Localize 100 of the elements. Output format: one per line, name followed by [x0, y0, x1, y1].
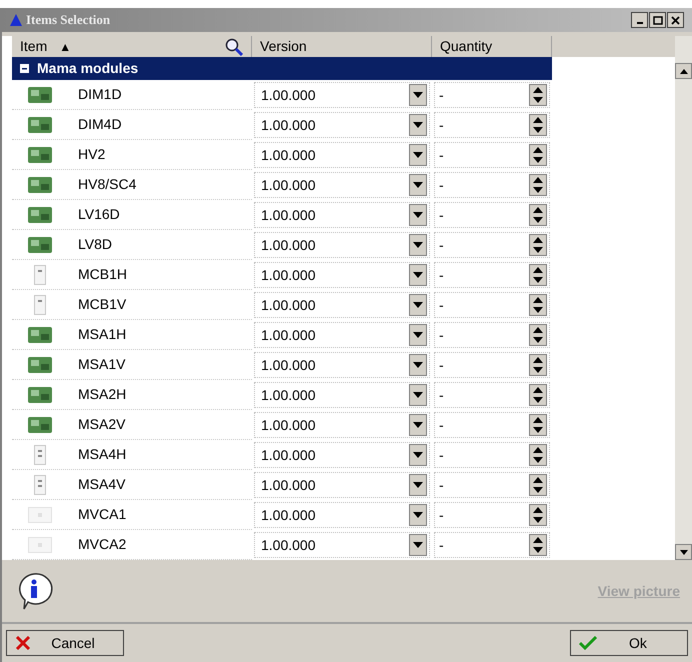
caret-icon[interactable]: [413, 182, 423, 188]
dropdown-button[interactable]: [409, 294, 427, 316]
down-arrow-icon[interactable]: [533, 517, 543, 523]
down-arrow-icon[interactable]: [533, 247, 543, 253]
collapse-icon[interactable]: [20, 64, 29, 74]
quantity-spinner[interactable]: -: [434, 172, 550, 198]
quantity-spinner[interactable]: -: [434, 142, 550, 168]
dropdown-button[interactable]: [409, 234, 427, 256]
cancel-button[interactable]: Cancel: [6, 630, 124, 656]
down-arrow-icon[interactable]: [533, 277, 543, 283]
up-arrow-icon[interactable]: [533, 147, 543, 153]
spinner-icon[interactable]: [529, 384, 547, 406]
up-arrow-icon[interactable]: [533, 177, 543, 183]
quantity-spinner[interactable]: -: [434, 202, 550, 228]
up-arrow-icon[interactable]: [533, 117, 543, 123]
up-arrow-icon[interactable]: [533, 507, 543, 513]
caret-icon[interactable]: [413, 362, 423, 368]
quantity-spinner[interactable]: -: [434, 82, 550, 108]
caret-icon[interactable]: [413, 272, 423, 278]
up-arrow-icon[interactable]: [533, 207, 543, 213]
quantity-spinner[interactable]: -: [434, 382, 550, 408]
caret-icon[interactable]: [413, 452, 423, 458]
quantity-spinner[interactable]: -: [434, 322, 550, 348]
caret-icon[interactable]: [413, 92, 423, 98]
spinner-icon[interactable]: [529, 414, 547, 436]
dropdown-button[interactable]: [409, 174, 427, 196]
quantity-spinner[interactable]: -: [434, 232, 550, 258]
spinner-icon[interactable]: [529, 234, 547, 256]
version-dropdown[interactable]: 1.00.000: [254, 502, 430, 528]
down-arrow-icon[interactable]: [533, 127, 543, 133]
spinner-icon[interactable]: [529, 474, 547, 496]
caret-icon[interactable]: [413, 392, 423, 398]
maximize-icon[interactable]: [652, 16, 662, 24]
spinner-icon[interactable]: [529, 204, 547, 226]
down-arrow-icon[interactable]: [533, 97, 543, 103]
down-arrow-icon[interactable]: [533, 457, 543, 463]
spinner-icon[interactable]: [529, 84, 547, 106]
down-arrow-icon[interactable]: [533, 307, 543, 313]
down-arrow-icon[interactable]: [533, 547, 543, 553]
quantity-spinner[interactable]: -: [434, 112, 550, 138]
down-arrow-icon[interactable]: [533, 217, 543, 223]
up-arrow-icon[interactable]: [533, 537, 543, 543]
caret-icon[interactable]: [413, 122, 423, 128]
down-arrow-icon[interactable]: [533, 367, 543, 373]
quantity-spinner[interactable]: -: [434, 502, 550, 528]
close-button[interactable]: [667, 12, 684, 28]
version-dropdown[interactable]: 1.00.000: [254, 532, 430, 558]
up-arrow-icon[interactable]: [533, 477, 543, 483]
caret-icon[interactable]: [413, 512, 423, 518]
dropdown-button[interactable]: [409, 504, 427, 526]
up-arrow-icon[interactable]: [533, 327, 543, 333]
spinner-icon[interactable]: [529, 354, 547, 376]
down-arrow-icon[interactable]: [533, 157, 543, 163]
version-dropdown[interactable]: 1.00.000: [254, 292, 430, 318]
version-dropdown[interactable]: 1.00.000: [254, 352, 430, 378]
version-dropdown[interactable]: 1.00.000: [254, 112, 430, 138]
down-arrow-icon[interactable]: [533, 337, 543, 343]
dropdown-button[interactable]: [409, 354, 427, 376]
close-icon[interactable]: [671, 16, 680, 24]
spinner-icon[interactable]: [529, 444, 547, 466]
up-arrow-icon[interactable]: [533, 387, 543, 393]
spinner-icon[interactable]: [529, 294, 547, 316]
down-arrow-icon[interactable]: [533, 487, 543, 493]
down-arrow-icon[interactable]: [680, 550, 688, 554]
caret-icon[interactable]: [413, 482, 423, 488]
dropdown-button[interactable]: [409, 144, 427, 166]
up-arrow-icon[interactable]: [533, 267, 543, 273]
up-arrow-icon[interactable]: [533, 297, 543, 303]
spinner-icon[interactable]: [529, 144, 547, 166]
spinner-icon[interactable]: [529, 264, 547, 286]
up-arrow-icon[interactable]: [533, 417, 543, 423]
caret-icon[interactable]: [413, 542, 423, 548]
ok-button[interactable]: Ok: [570, 630, 688, 656]
quantity-spinner[interactable]: -: [434, 472, 550, 498]
dropdown-button[interactable]: [409, 204, 427, 226]
dropdown-button[interactable]: [409, 384, 427, 406]
dropdown-button[interactable]: [409, 114, 427, 136]
up-arrow-icon[interactable]: [533, 87, 543, 93]
version-dropdown[interactable]: 1.00.000: [254, 172, 430, 198]
version-dropdown[interactable]: 1.00.000: [254, 412, 430, 438]
dropdown-button[interactable]: [409, 324, 427, 346]
spinner-icon[interactable]: [529, 534, 547, 556]
down-arrow-icon[interactable]: [533, 397, 543, 403]
dropdown-button[interactable]: [409, 84, 427, 106]
version-dropdown[interactable]: 1.00.000: [254, 82, 430, 108]
quantity-spinner[interactable]: -: [434, 262, 550, 288]
version-dropdown[interactable]: 1.00.000: [254, 382, 430, 408]
quantity-spinner[interactable]: -: [434, 442, 550, 468]
caret-icon[interactable]: [413, 302, 423, 308]
group-row[interactable]: Mama modules: [12, 57, 552, 80]
up-arrow-icon[interactable]: [533, 447, 543, 453]
down-arrow-icon[interactable]: [533, 427, 543, 433]
quantity-spinner[interactable]: -: [434, 412, 550, 438]
up-arrow-icon[interactable]: [680, 68, 688, 74]
version-dropdown[interactable]: 1.00.000: [254, 232, 430, 258]
quantity-spinner[interactable]: -: [434, 352, 550, 378]
caret-icon[interactable]: [413, 332, 423, 338]
spinner-icon[interactable]: [529, 324, 547, 346]
caret-icon[interactable]: [413, 212, 423, 218]
spinner-icon[interactable]: [529, 504, 547, 526]
